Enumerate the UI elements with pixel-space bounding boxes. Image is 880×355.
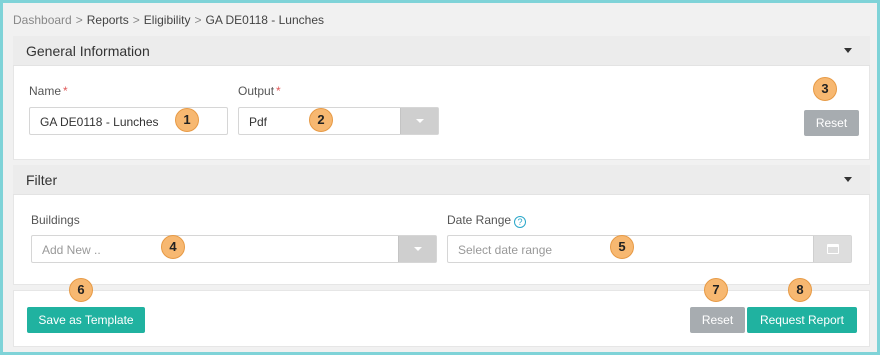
general-info-header[interactable]: General Information bbox=[13, 36, 870, 66]
caret-down-icon[interactable] bbox=[844, 48, 852, 53]
callout-badge: 8 bbox=[788, 278, 812, 302]
output-value: Pdf bbox=[249, 115, 268, 129]
buildings-dropdown-button[interactable] bbox=[398, 236, 436, 262]
help-icon[interactable]: ? bbox=[514, 216, 527, 228]
buildings-placeholder: Add New .. bbox=[42, 243, 101, 257]
callout-badge: 6 bbox=[69, 278, 93, 302]
calendar-button[interactable] bbox=[813, 236, 851, 262]
callout-badge: 4 bbox=[161, 235, 185, 259]
output-label: Output * bbox=[238, 84, 281, 98]
general-reset-button[interactable]: Reset bbox=[804, 110, 859, 136]
breadcrumb-separator: > bbox=[194, 13, 202, 27]
buildings-select[interactable]: Add New .. bbox=[31, 235, 437, 263]
caret-down-icon bbox=[414, 247, 422, 251]
buildings-label: Buildings bbox=[31, 213, 80, 227]
breadcrumb: Dashboard > Reports > Eligibility > GA DE0118 … bbox=[13, 13, 324, 27]
callout-badge: 5 bbox=[610, 235, 634, 259]
general-info-panel: Name * GA DE0118 - Lunches Output * Pdf Re… bbox=[13, 66, 870, 160]
callout-badge: 2 bbox=[309, 108, 333, 132]
save-as-template-button[interactable]: Save as Template bbox=[27, 307, 145, 333]
date-range-input[interactable]: Select date range bbox=[447, 235, 852, 263]
date-range-label: Date Range? bbox=[447, 213, 527, 228]
breadcrumb-dashboard[interactable]: Dashboard bbox=[13, 13, 72, 27]
filter-panel: Buildings Add New .. Date Range? Select … bbox=[13, 195, 870, 285]
general-info-title: General Information bbox=[26, 43, 150, 59]
output-dropdown-button[interactable] bbox=[400, 108, 438, 134]
filter-title: Filter bbox=[26, 172, 58, 188]
breadcrumb-current: GA DE0118 - Lunches bbox=[205, 13, 325, 27]
name-value: GA DE0118 - Lunches bbox=[40, 115, 159, 129]
report-page: Dashboard > Reports > Eligibility > GA DE0118 … bbox=[3, 3, 877, 352]
caret-down-icon[interactable] bbox=[844, 177, 852, 182]
callout-badge: 3 bbox=[813, 77, 837, 101]
breadcrumb-separator: > bbox=[132, 13, 140, 27]
caret-down-icon bbox=[416, 119, 424, 123]
calendar-icon bbox=[827, 244, 839, 254]
action-bar: Save as Template Reset Request Report bbox=[13, 290, 870, 347]
callout-badge: 1 bbox=[175, 108, 199, 132]
callout-badge: 7 bbox=[704, 278, 728, 302]
breadcrumb-reports[interactable]: Reports bbox=[87, 13, 129, 27]
filter-header[interactable]: Filter bbox=[13, 165, 870, 195]
request-report-button[interactable]: Request Report bbox=[747, 307, 857, 333]
breadcrumb-separator: > bbox=[75, 13, 83, 27]
name-label: Name * bbox=[29, 84, 68, 98]
breadcrumb-eligibility[interactable]: Eligibility bbox=[144, 13, 191, 27]
footer-reset-button[interactable]: Reset bbox=[690, 307, 745, 333]
date-range-placeholder: Select date range bbox=[458, 243, 553, 257]
output-select[interactable]: Pdf bbox=[238, 107, 439, 135]
